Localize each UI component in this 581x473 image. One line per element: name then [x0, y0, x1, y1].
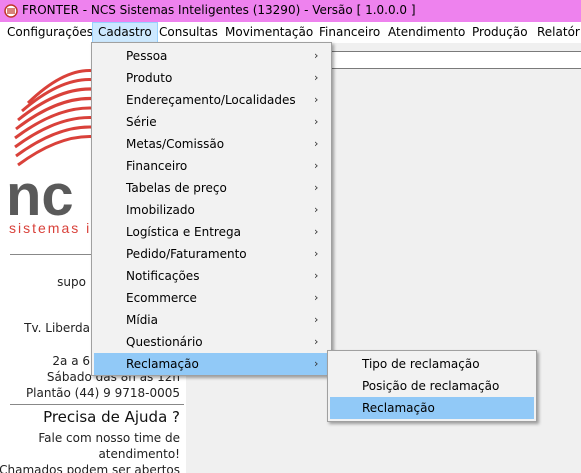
menu-item-logistica[interactable]: Logística e Entrega › — [94, 221, 329, 243]
menu-item-serie[interactable]: Série › — [94, 111, 329, 133]
menu-item-financeiro[interactable]: Financeiro › — [94, 155, 329, 177]
menu-item-tabelas-preco[interactable]: Tabelas de preço › — [94, 177, 329, 199]
title-bar: FRONTER - NCS Sistemas Inteligentes (132… — [0, 0, 581, 22]
submenu-arrow-icon: › — [314, 71, 319, 84]
submenu-arrow-icon: › — [314, 225, 319, 238]
submenu-item-tipo-reclamacao[interactable]: Tipo de reclamação — [330, 353, 534, 375]
toolbar-input[interactable] — [324, 51, 581, 69]
menu-item-metas-comissao[interactable]: Metas/Comissão › — [94, 133, 329, 155]
submenu-arrow-icon: › — [314, 93, 319, 106]
help-line: Fale com nosso time de — [38, 431, 180, 445]
menu-item-questionario[interactable]: Questionário › — [94, 331, 329, 353]
submenu-arrow-icon: › — [314, 49, 319, 62]
menu-movimentacao[interactable]: Movimentação — [225, 22, 313, 43]
cadastro-dropdown-menu: Pessoa › Produto › Endereçamento/Localidad… — [91, 42, 332, 376]
submenu-arrow-icon: › — [314, 313, 319, 326]
menu-bar: Configurações Cadastro Consultas Movimen… — [0, 22, 581, 43]
submenu-arrow-icon: › — [314, 335, 319, 348]
menu-item-imobilizado[interactable]: Imobilizado › — [94, 199, 329, 221]
submenu-arrow-icon: › — [314, 247, 319, 260]
menu-item-notificacoes[interactable]: Notificações › — [94, 265, 329, 287]
menu-configuracoes[interactable]: Configurações — [7, 22, 93, 43]
plantao-phone-text: Plantão (44) 9 9718-0005 — [25, 386, 180, 400]
menu-consultas[interactable]: Consultas — [159, 22, 218, 43]
address-text: Tv. Liberda — [24, 321, 90, 335]
divider — [10, 404, 184, 405]
menu-producao[interactable]: Produção — [472, 22, 528, 43]
menu-financeiro[interactable]: Financeiro — [319, 22, 380, 43]
menu-item-pessoa[interactable]: Pessoa › — [94, 45, 329, 67]
menu-item-midia[interactable]: Mídia › — [94, 309, 329, 331]
menu-cadastro[interactable]: Cadastro — [92, 22, 158, 43]
reclamacao-submenu: Tipo de reclamação Posição de reclamação… — [327, 350, 537, 422]
submenu-arrow-icon: › — [314, 137, 319, 150]
menu-item-produto[interactable]: Produto › — [94, 67, 329, 89]
submenu-arrow-icon: › — [314, 269, 319, 282]
help-line: atendimento! — [98, 447, 180, 461]
submenu-arrow-icon: › — [314, 357, 319, 370]
logo-text: nc — [6, 163, 74, 228]
submenu-arrow-icon: › — [314, 181, 319, 194]
menu-atendimento[interactable]: Atendimento — [388, 22, 465, 43]
menu-relatorio[interactable]: Relatório — [537, 22, 581, 43]
submenu-item-posicao-reclamacao[interactable]: Posição de reclamação — [330, 375, 534, 397]
hours-text: 2a a 6 — [52, 354, 90, 368]
logo-subtitle: sistemas in — [9, 220, 101, 236]
submenu-arrow-icon: › — [314, 291, 319, 304]
menu-item-reclamacao[interactable]: Reclamação › — [94, 353, 329, 375]
menu-item-ecommerce[interactable]: Ecommerce › — [94, 287, 329, 309]
submenu-arrow-icon: › — [314, 159, 319, 172]
app-icon — [4, 4, 18, 18]
menu-item-enderecamento[interactable]: Endereçamento/Localidades › — [94, 89, 329, 111]
help-line: Chamados podem ser abertos — [0, 463, 180, 473]
window-title: FRONTER - NCS Sistemas Inteligentes (132… — [22, 3, 416, 17]
help-title: Precisa de Ajuda ? — [43, 408, 180, 426]
menu-item-pedido-faturamento[interactable]: Pedido/Faturamento › — [94, 243, 329, 265]
support-text: supo — [57, 275, 86, 289]
submenu-item-reclamacao[interactable]: Reclamação — [330, 397, 534, 419]
submenu-arrow-icon: › — [314, 115, 319, 128]
submenu-arrow-icon: › — [314, 203, 319, 216]
